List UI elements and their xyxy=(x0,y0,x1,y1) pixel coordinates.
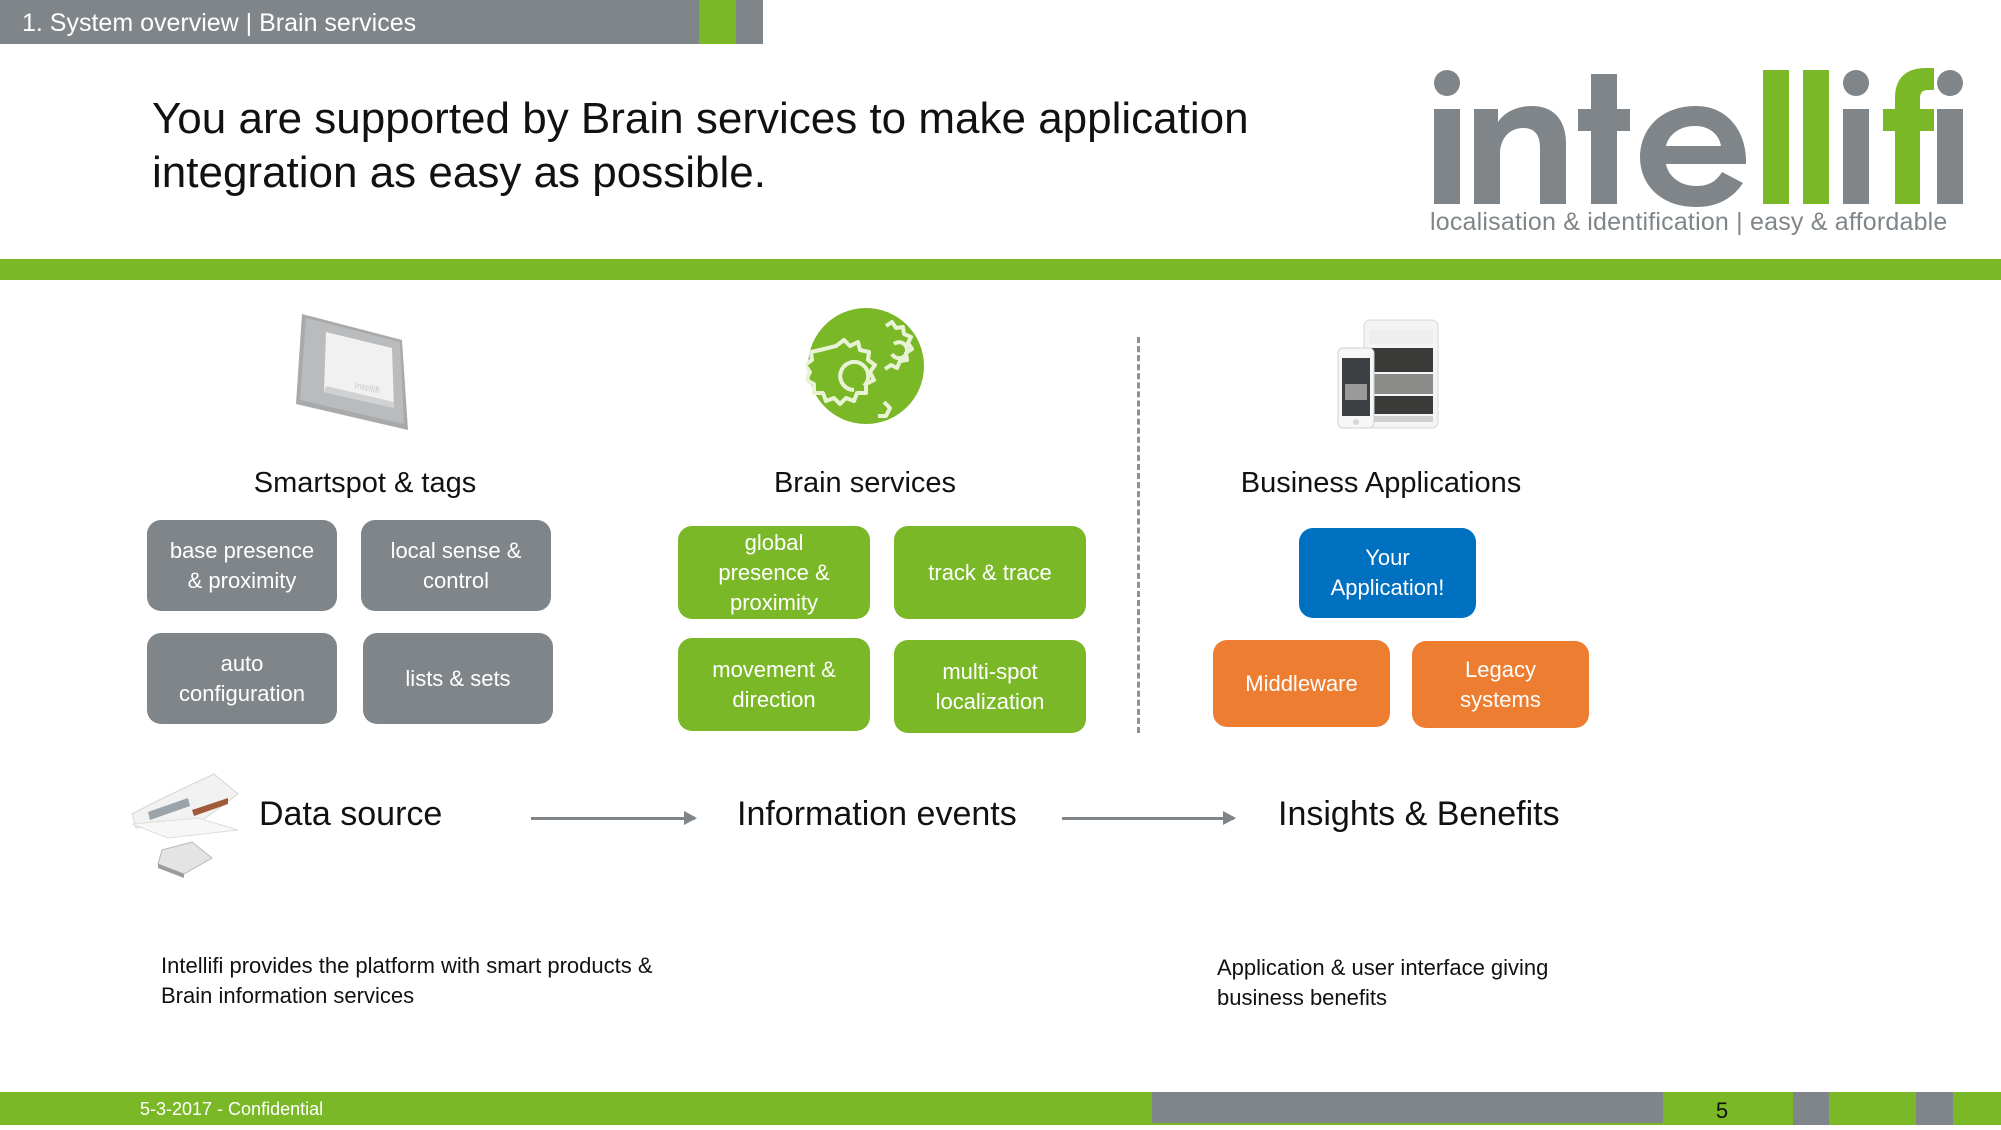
box-label-line: multi-spot xyxy=(942,658,1038,684)
page-number: 5 xyxy=(1715,1098,1729,1123)
service-box-movement-direction: movement & direction xyxy=(678,638,870,731)
flow-arrow-2 xyxy=(1062,811,1236,825)
smartspot-device-icon: Intellifi xyxy=(296,314,408,430)
box-label-line: Middleware xyxy=(1245,670,1358,696)
box-label-line: lists & sets xyxy=(405,665,511,691)
box-label-line: control xyxy=(422,567,490,593)
page-title-line-1: You are supported by Brain services to m… xyxy=(152,94,1249,143)
feature-box-base-presence: base presence & proximity xyxy=(147,520,337,611)
box-label-line: Your xyxy=(1365,545,1410,570)
column-heading-brain-services: Brain services xyxy=(773,467,957,499)
box-label-line: direction xyxy=(732,686,816,712)
header-separator xyxy=(0,259,2001,280)
section-header-accent xyxy=(699,0,736,44)
tags-devices-icon xyxy=(131,773,239,878)
footer-gray-block xyxy=(1916,1092,1953,1125)
description-applications: Application & user interface giving busi… xyxy=(1217,953,1637,1013)
flow-arrow-1 xyxy=(531,811,697,825)
column-divider xyxy=(1137,337,1140,733)
box-label-line: global xyxy=(744,529,804,555)
logo-tagline: localisation & identification | easy & a… xyxy=(1430,208,1948,236)
column-heading-smartspot: Smartspot & tags xyxy=(253,467,477,499)
page-title: You are supported by Brain services to m… xyxy=(152,92,1302,200)
gears-icon xyxy=(806,308,924,424)
description-line: Brain information services xyxy=(161,983,415,1008)
box-label-line: base presence xyxy=(169,537,315,563)
footer-gray-block xyxy=(1152,1092,1663,1123)
description-line: business benefits xyxy=(1217,985,1387,1010)
app-box-your-application: Your Application! xyxy=(1299,528,1476,618)
service-box-global-presence: global presence & proximity xyxy=(678,526,870,619)
box-label-line: auto xyxy=(220,650,264,676)
flow-step-data-source: Data source xyxy=(259,795,443,833)
flow-step-insights-benefits: Insights & Benefits xyxy=(1278,795,1560,833)
box-label-line: track & trace xyxy=(928,559,1052,585)
flow-step-information-events: Information events xyxy=(737,795,1017,833)
box-label-line: Application! xyxy=(1330,575,1445,600)
app-box-legacy-systems: Legacy systems xyxy=(1412,641,1589,728)
page-title-line-2: integration as easy as possible. xyxy=(152,148,766,197)
intellifi-logo xyxy=(1434,68,1963,207)
service-box-track-trace: track & trace xyxy=(894,526,1086,619)
box-label-line: configuration xyxy=(179,680,305,706)
box-label-line: proximity xyxy=(729,589,818,615)
tablet-phone-icon xyxy=(1337,319,1439,429)
box-label-line: movement & xyxy=(712,656,836,682)
box-label-line: local sense & xyxy=(390,537,522,563)
footer-date-confidential: 5-3-2017 - Confidential xyxy=(140,1099,324,1119)
footer-gray-block xyxy=(1793,1092,1829,1125)
feature-box-lists-sets: lists & sets xyxy=(363,633,553,724)
feature-box-auto-configuration: auto configuration xyxy=(147,633,337,724)
description-line: Intellifi provides the platform with sma… xyxy=(161,953,653,978)
section-header-label: 1. System overview | Brain services xyxy=(22,9,417,37)
box-label-line: Legacy xyxy=(1465,656,1536,682)
description-line: Application & user interface giving xyxy=(1217,955,1549,980)
service-box-multi-spot: multi-spot localization xyxy=(894,640,1086,733)
box-label-line: systems xyxy=(1460,686,1541,712)
description-platform: Intellifi provides the platform with sma… xyxy=(161,951,761,1011)
feature-box-local-sense: local sense & control xyxy=(361,520,551,611)
app-box-middleware: Middleware xyxy=(1213,640,1390,727)
box-label-line: localization xyxy=(935,688,1045,714)
box-label-line: & proximity xyxy=(187,567,297,593)
box-label-line: presence & xyxy=(718,559,830,585)
column-heading-business-apps: Business Applications xyxy=(1240,467,1522,499)
logo-wordmark xyxy=(1434,68,1963,207)
